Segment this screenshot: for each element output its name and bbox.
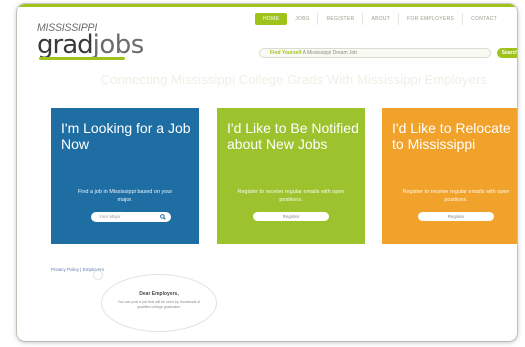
nav-item-home[interactable]: HOME bbox=[255, 13, 288, 25]
relocate-card-description: Register to receive regular emails with … bbox=[402, 189, 510, 203]
bubble-text: You can post a job that will be seen by … bbox=[117, 300, 201, 309]
search-accent-text: Find Yourself bbox=[270, 50, 302, 56]
notify-card-title: I'd Like to Be Notified about New Jobs bbox=[227, 120, 359, 152]
nav-item-jobs[interactable]: JOBS bbox=[287, 13, 319, 25]
search-input[interactable]: Find Yourself A Mississippi Dream Job bbox=[259, 48, 491, 58]
logo-swoosh bbox=[39, 57, 125, 60]
logo-grad-text: grad bbox=[37, 30, 94, 60]
nav-item-register[interactable]: REGISTER bbox=[318, 13, 364, 25]
top-accent-rule bbox=[17, 4, 517, 7]
job-search-card-title: I'm Looking for a Job Now bbox=[61, 120, 191, 152]
notify-card: I'd Like to Be Notified about New Jobs R… bbox=[217, 108, 365, 244]
major-input[interactable]: Your Major bbox=[91, 212, 161, 222]
logo-brand: gradjobs bbox=[37, 30, 145, 60]
relocate-card-title: I'd Like to Relocate to Mississippi bbox=[392, 120, 511, 152]
search-button[interactable]: Search bbox=[497, 48, 517, 58]
job-search-card-description: Find a job in Mississippi based on your … bbox=[77, 189, 173, 203]
nav-item-contact[interactable]: CONTACT bbox=[463, 13, 505, 25]
nav-item-for-employers[interactable]: FOR EMPLOYERS bbox=[399, 13, 464, 25]
privacy-policy-link[interactable]: Privacy Policy bbox=[51, 267, 79, 272]
nav-item-about[interactable]: ABOUT bbox=[363, 13, 400, 25]
search-icon bbox=[160, 214, 166, 220]
tagline: Connecting Mississippi College Grads Wit… bbox=[100, 72, 487, 87]
relocate-register-button[interactable]: Register bbox=[418, 212, 494, 221]
search-text: A Mississippi Dream Job bbox=[301, 50, 358, 56]
major-search-button[interactable] bbox=[155, 212, 171, 222]
bubble-tail bbox=[93, 270, 103, 280]
relocate-card: I'd Like to Relocate to Mississippi Regi… bbox=[382, 108, 517, 244]
main-nav: HOME JOBS REGISTER ABOUT FOR EMPLOYERS C… bbox=[255, 13, 505, 25]
job-search-card: I'm Looking for a Job Now Find a job in … bbox=[51, 108, 199, 244]
browser-frame: HOME JOBS REGISTER ABOUT FOR EMPLOYERS C… bbox=[17, 4, 517, 341]
bubble-title: Dear Employers, bbox=[139, 291, 179, 297]
site-logo[interactable]: MISSISSIPPI gradjobs bbox=[37, 23, 145, 60]
logo-jobs-text: jobs bbox=[92, 30, 145, 60]
notify-card-description: Register to receive regular emails with … bbox=[237, 189, 345, 203]
notify-register-button[interactable]: Register bbox=[253, 212, 329, 221]
